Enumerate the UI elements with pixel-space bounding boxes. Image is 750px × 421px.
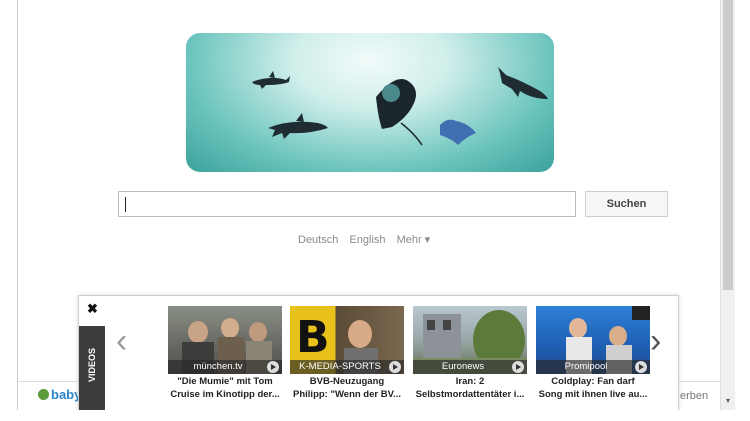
video-caption-line[interactable]: "Die Mumie" mit Tom bbox=[168, 376, 282, 387]
play-icon[interactable] bbox=[635, 361, 647, 373]
text-caret bbox=[125, 197, 126, 212]
footer-link[interactable]: erben bbox=[680, 390, 708, 402]
search-button[interactable]: Suchen bbox=[585, 191, 668, 217]
chevron-left-icon[interactable]: ‹ bbox=[116, 324, 127, 358]
video-source-label: Promipool bbox=[536, 360, 650, 374]
shark-icon bbox=[252, 71, 290, 89]
babylon-logo-icon bbox=[38, 389, 49, 400]
video-thumbnail[interactable]: B K-MEDIA-SPORTS bbox=[290, 306, 404, 374]
videos-tab[interactable]: VIDEOS bbox=[79, 326, 105, 410]
video-source-label: Euronews bbox=[413, 360, 527, 374]
video-card[interactable]: Promipool Coldplay: Fan darf Song mit ih… bbox=[536, 306, 650, 400]
play-icon[interactable] bbox=[267, 361, 279, 373]
ocean-illustration bbox=[252, 67, 548, 146]
manta-ray-icon bbox=[376, 79, 423, 146]
video-caption-line[interactable]: Cruise im Kinotipp der... bbox=[168, 389, 282, 400]
video-thumbnail[interactable]: Promipool bbox=[536, 306, 650, 374]
browser-window: Suchen Deutsch English Mehr ▾ baby erben… bbox=[17, 0, 721, 410]
video-caption-line[interactable]: Selbstmordattentäter i... bbox=[413, 389, 527, 400]
language-more-dropdown[interactable]: Mehr ▾ bbox=[397, 234, 431, 246]
video-caption-line[interactable]: Iran: 2 bbox=[413, 376, 527, 387]
vertical-scrollbar[interactable]: ▾ bbox=[720, 0, 735, 410]
blue-ray-icon bbox=[440, 119, 476, 145]
video-caption-line[interactable]: BVB-Neuzugang bbox=[290, 376, 404, 387]
play-icon[interactable] bbox=[389, 361, 401, 373]
language-link-deutsch[interactable]: Deutsch bbox=[298, 234, 338, 246]
video-thumbnail[interactable]: münchen.tv bbox=[168, 306, 282, 374]
videos-tab-label: VIDEOS bbox=[87, 348, 97, 383]
play-icon[interactable] bbox=[512, 361, 524, 373]
video-source-label: K-MEDIA-SPORTS bbox=[290, 360, 404, 374]
video-thumbnail[interactable]: Euronews bbox=[413, 306, 527, 374]
shark-icon bbox=[268, 113, 328, 139]
video-panel: ✖ VIDEOS ‹ münchen.tv "Die Mumie" mit To… bbox=[78, 295, 679, 410]
footer-logo-text: baby bbox=[51, 387, 82, 402]
doodle-logo[interactable] bbox=[186, 33, 554, 172]
video-card[interactable]: münchen.tv "Die Mumie" mit Tom Cruise im… bbox=[168, 306, 282, 400]
shark-icon bbox=[498, 67, 548, 99]
footer-logo[interactable]: baby bbox=[38, 387, 81, 402]
language-links: Deutsch English Mehr ▾ bbox=[298, 233, 438, 246]
video-card[interactable]: B K-MEDIA-SPORTS BVB-Neuzugang Philipp: … bbox=[290, 306, 404, 400]
scrollbar-thumb[interactable] bbox=[723, 0, 733, 290]
search-input[interactable] bbox=[118, 191, 576, 217]
chevron-right-icon[interactable]: › bbox=[650, 324, 661, 358]
video-caption-line[interactable]: Song mit ihnen live au... bbox=[536, 389, 650, 400]
scroll-down-icon[interactable]: ▾ bbox=[723, 396, 733, 406]
video-card[interactable]: Euronews Iran: 2 Selbstmordattentäter i.… bbox=[413, 306, 527, 400]
video-caption-line[interactable]: Coldplay: Fan darf bbox=[536, 376, 650, 387]
video-source-label: münchen.tv bbox=[168, 360, 282, 374]
video-caption-line[interactable]: Philipp: "Wenn der BV... bbox=[290, 389, 404, 400]
close-icon[interactable]: ✖ bbox=[87, 301, 98, 317]
svg-text:B: B bbox=[296, 312, 330, 363]
language-link-english[interactable]: English bbox=[349, 234, 385, 246]
page-bottom-margin bbox=[0, 410, 750, 421]
